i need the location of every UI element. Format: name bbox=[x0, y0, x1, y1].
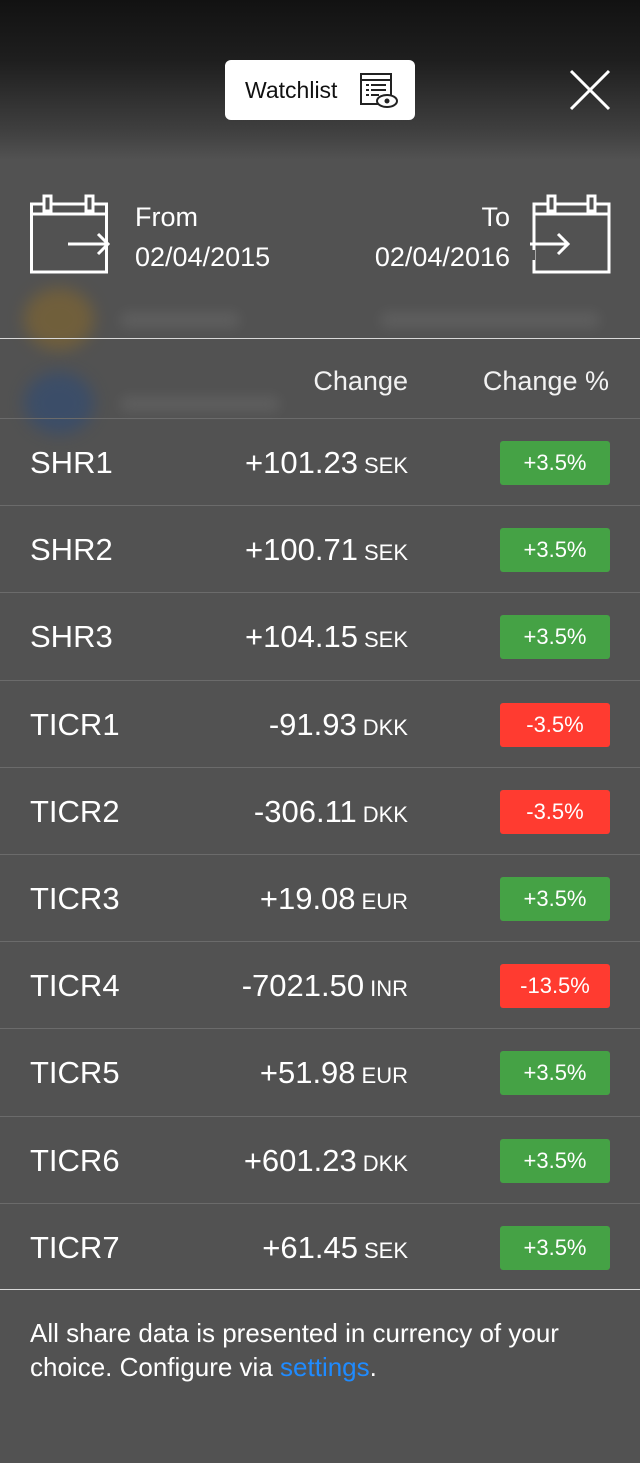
blurred-text bbox=[380, 312, 600, 328]
change-amount: -7021.50 bbox=[241, 968, 365, 1004]
ticker: TICR6 bbox=[30, 1142, 120, 1178]
currency: SEK bbox=[363, 1237, 408, 1263]
table-row[interactable]: SHR1 +101.23 SEK +3.5% bbox=[0, 418, 640, 505]
currency: SEK bbox=[363, 453, 408, 478]
table-row[interactable]: TICR7 +61.45 SEK +3.5% bbox=[0, 1202, 640, 1290]
change-value: -7021.50 INR bbox=[242, 968, 408, 1004]
change-pct-badge: +3.5% bbox=[500, 1051, 610, 1096]
divider bbox=[0, 1289, 640, 1290]
change-value: -91.93 DKK bbox=[269, 707, 408, 743]
change-amount: -91.93 bbox=[268, 706, 357, 742]
change-value: +19.08 EUR bbox=[260, 881, 408, 917]
change-pct-badge: -3.5% bbox=[500, 789, 610, 834]
to-label: To bbox=[481, 202, 510, 232]
change-amount: +104.15 bbox=[245, 619, 358, 655]
change-pct-badge: +3.5% bbox=[500, 441, 610, 485]
divider bbox=[0, 338, 640, 339]
change-value: +51.98 EUR bbox=[260, 1055, 408, 1091]
close-icon bbox=[569, 69, 611, 111]
ticker: SHR3 bbox=[30, 619, 113, 655]
calendar-arrow-out-icon[interactable] bbox=[530, 194, 612, 279]
currency: SEK bbox=[363, 540, 408, 566]
change-pct-badge: +3.5% bbox=[500, 528, 610, 573]
change-amount: +61.45 bbox=[262, 1229, 358, 1265]
column-header-change: Change bbox=[313, 366, 408, 396]
settings-link[interactable]: settings bbox=[280, 1352, 370, 1382]
footer-note: All share data is presented in currency … bbox=[30, 1316, 610, 1384]
change-pct-badge: -3.5% bbox=[500, 702, 610, 747]
ticker: TICR1 bbox=[30, 706, 120, 742]
currency: DKK bbox=[362, 801, 408, 827]
from-date[interactable]: 02/04/2015 bbox=[135, 242, 270, 273]
watchlist-label: Watchlist bbox=[245, 76, 338, 103]
table-row[interactable]: TICR5 +51.98 EUR +3.5% bbox=[0, 1028, 640, 1115]
blurred-text bbox=[120, 312, 240, 328]
table-row[interactable]: TICR3 +19.08 EUR +3.5% bbox=[0, 853, 640, 941]
change-value: +104.15 SEK bbox=[245, 619, 408, 655]
change-pct-badge: +3.5% bbox=[500, 1225, 610, 1270]
change-value: +61.45 SEK bbox=[262, 1230, 408, 1266]
ticker: TICR5 bbox=[30, 1055, 120, 1091]
change-pct-badge: +3.5% bbox=[500, 615, 610, 660]
to-date[interactable]: 02/04/2016 bbox=[375, 242, 510, 273]
change-amount: +101.23 bbox=[245, 445, 358, 480]
change-pct-badge: +3.5% bbox=[500, 876, 610, 921]
ticker: TICR4 bbox=[30, 968, 120, 1004]
change-amount: +51.98 bbox=[259, 1055, 356, 1091]
footer-text-end: . bbox=[369, 1352, 377, 1382]
currency: EUR bbox=[361, 1063, 408, 1089]
change-value: -306.11 DKK bbox=[254, 794, 408, 830]
blurred-logo-orange bbox=[24, 288, 94, 350]
change-value: +601.23 DKK bbox=[244, 1143, 408, 1179]
currency: SEK bbox=[363, 627, 408, 653]
share-list: SHR1 +101.23 SEK +3.5% SHR2 +100.71 SEK +3.5% SH… bbox=[0, 418, 640, 1290]
ticker: TICR2 bbox=[30, 793, 120, 829]
table-row[interactable]: TICR1 -91.93 DKK -3.5% bbox=[0, 679, 640, 767]
change-pct-badge: -13.5% bbox=[500, 964, 610, 1009]
table-row[interactable]: SHR2 +100.71 SEK +3.5% bbox=[0, 505, 640, 592]
change-amount: +100.71 bbox=[245, 532, 358, 568]
change-value: +101.23 SEK bbox=[245, 445, 408, 481]
column-header-change-pct: Change % bbox=[482, 366, 609, 396]
from-label: From bbox=[135, 202, 198, 232]
watchlist-eye-icon bbox=[359, 72, 399, 116]
blurred-text bbox=[120, 396, 280, 412]
currency: INR bbox=[370, 976, 408, 1002]
currency: DKK bbox=[362, 1150, 408, 1176]
table-row[interactable]: TICR6 +601.23 DKK +3.5% bbox=[0, 1115, 640, 1203]
currency: DKK bbox=[362, 714, 408, 740]
ticker: TICR7 bbox=[30, 1229, 120, 1265]
change-amount: +601.23 bbox=[243, 1142, 357, 1178]
table-row[interactable]: TICR2 -306.11 DKK -3.5% bbox=[0, 766, 640, 854]
change-value: +100.71 SEK bbox=[245, 532, 408, 568]
table-row[interactable]: SHR3 +104.15 SEK +3.5% bbox=[0, 592, 640, 679]
change-amount: -306.11 bbox=[253, 793, 357, 829]
close-button[interactable] bbox=[568, 68, 612, 112]
change-amount: +19.08 bbox=[259, 880, 356, 916]
watchlist-button[interactable]: Watchlist bbox=[225, 60, 415, 120]
ticker: SHR2 bbox=[30, 532, 113, 568]
change-pct-badge: +3.5% bbox=[500, 1138, 610, 1183]
ticker: SHR1 bbox=[30, 445, 113, 480]
ticker: TICR3 bbox=[30, 880, 120, 916]
calendar-arrow-in-icon[interactable] bbox=[30, 194, 111, 279]
table-row[interactable]: TICR4 -7021.50 INR -13.5% bbox=[0, 941, 640, 1028]
currency: EUR bbox=[361, 888, 408, 914]
